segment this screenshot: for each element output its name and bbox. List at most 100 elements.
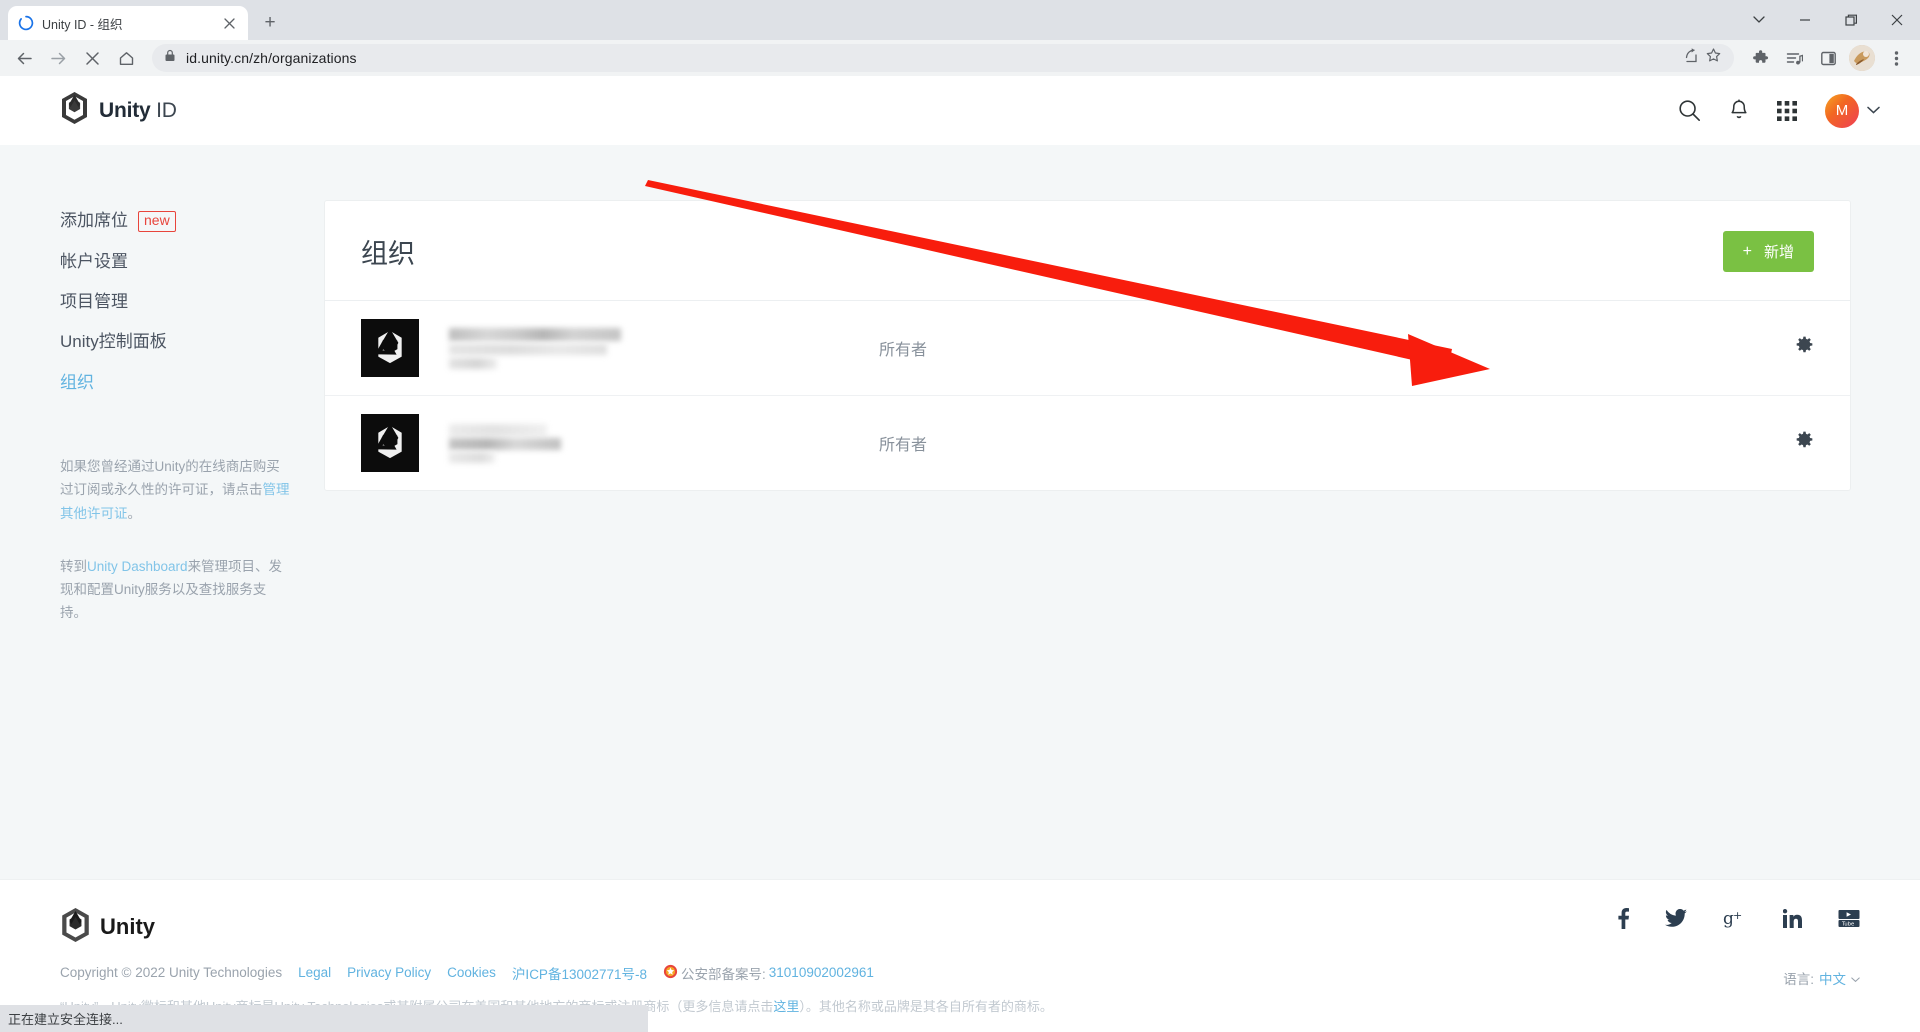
gov-number-link[interactable]: 31010902002961 bbox=[769, 965, 874, 980]
unity-cube-logo-icon bbox=[60, 92, 89, 129]
search-icon[interactable] bbox=[1678, 99, 1701, 122]
footer-link-icp[interactable]: 沪ICP备13002771号-8 bbox=[512, 963, 647, 983]
copyright-text: Copyright © 2022 Unity Technologies bbox=[60, 965, 283, 980]
note-text-end: 。 bbox=[127, 505, 142, 521]
chrome-profile-avatar[interactable] bbox=[1846, 42, 1878, 74]
share-icon[interactable] bbox=[1682, 47, 1699, 69]
twitter-icon[interactable] bbox=[1665, 908, 1687, 933]
tab-strip: Unity ID - 组织 + bbox=[0, 0, 1920, 40]
tab-search-icon[interactable] bbox=[1736, 0, 1782, 40]
gov-record: 公安部备案号: 31010902002961 bbox=[663, 963, 874, 983]
unity-cube-logo-icon bbox=[361, 319, 419, 377]
page-body: 添加席位 new 帐户设置 项目管理 Unity控制面板 组织 如果您曾经通过U… bbox=[0, 145, 1920, 879]
footer-link-privacy-policy[interactable]: Privacy Policy bbox=[347, 965, 431, 980]
note-text: 如果您曾经通过Unity的在线商店购买过订阅或永久性的许可证，请点击 bbox=[60, 459, 280, 498]
lock-icon bbox=[164, 49, 176, 67]
sidebar-license-note: 如果您曾经通过Unity的在线商店购买过订阅或永久性的许可证，请点击管理其他许可… bbox=[60, 455, 292, 525]
language-label: 语言: bbox=[1783, 972, 1814, 987]
add-organization-label: 新增 bbox=[1763, 244, 1794, 261]
sidebar-item-add-seats[interactable]: 添加席位 new bbox=[60, 201, 325, 242]
footer-links: Copyright © 2022 Unity Technologies Lega… bbox=[60, 963, 1860, 983]
gov-label: 公安部备案号: bbox=[681, 966, 766, 982]
footer-link-cookies[interactable]: Cookies bbox=[447, 965, 496, 980]
main-content: 组织 + 新增 所有者 所有者 bbox=[325, 145, 1920, 879]
sidebar-item-project-management[interactable]: 项目管理 bbox=[60, 282, 325, 322]
media-list-icon[interactable] bbox=[1778, 42, 1810, 74]
sidebar-item-account-settings[interactable]: 帐户设置 bbox=[60, 242, 325, 282]
unity-id-logo[interactable]: Unity ID bbox=[60, 92, 177, 129]
url-text: id.unity.cn/zh/organizations bbox=[186, 50, 357, 66]
linkedin-icon[interactable] bbox=[1782, 908, 1802, 933]
unity-dashboard-link[interactable]: Unity Dashboard bbox=[87, 559, 188, 574]
unity-cube-logo-icon bbox=[60, 907, 91, 947]
organization-name-redacted bbox=[449, 423, 709, 463]
close-icon[interactable] bbox=[220, 14, 238, 32]
avatar: M bbox=[1825, 93, 1859, 128]
google-plus-icon[interactable]: g + bbox=[1723, 909, 1747, 933]
footer-top: Unity g + Tube bbox=[60, 907, 1860, 947]
youtube-icon[interactable]: Tube bbox=[1838, 909, 1860, 933]
organization-name-redacted bbox=[449, 327, 709, 369]
gear-icon[interactable] bbox=[1795, 336, 1814, 360]
site-header: Unity ID M bbox=[0, 76, 1920, 145]
browser-toolbar: id.unity.cn/zh/organizations bbox=[0, 40, 1920, 76]
trademark-more-info-link[interactable]: 这里 bbox=[773, 999, 799, 1014]
brand-light: ID bbox=[156, 98, 177, 122]
sidebar-item-label: Unity控制面板 bbox=[60, 332, 167, 352]
minimize-button[interactable] bbox=[1782, 0, 1828, 40]
three-dot-menu-icon[interactable] bbox=[1880, 42, 1912, 74]
tab-title: Unity ID - 组织 bbox=[42, 17, 123, 32]
organization-role: 所有者 bbox=[879, 437, 928, 454]
user-menu[interactable]: M bbox=[1825, 93, 1880, 128]
footer-logo-text: Unity bbox=[100, 914, 155, 939]
table-row[interactable]: 所有者 bbox=[325, 301, 1850, 395]
table-row[interactable]: 所有者 bbox=[325, 395, 1850, 490]
forward-arrow-icon[interactable] bbox=[42, 42, 74, 74]
page-title: 组织 bbox=[361, 239, 415, 269]
facebook-icon[interactable] bbox=[1618, 907, 1630, 934]
sidebar-nav: 添加席位 new 帐户设置 项目管理 Unity控制面板 组织 bbox=[60, 201, 325, 403]
language-selector[interactable]: 语言: 中文 bbox=[1783, 968, 1860, 988]
add-organization-button[interactable]: + 新增 bbox=[1722, 231, 1814, 272]
chevron-down-icon bbox=[1851, 971, 1860, 986]
notification-bell-icon[interactable] bbox=[1729, 99, 1749, 122]
puzzle-extensions-icon[interactable] bbox=[1744, 42, 1776, 74]
sidebar: 添加席位 new 帐户设置 项目管理 Unity控制面板 组织 如果您曾经通过U… bbox=[0, 145, 325, 879]
sidebar-item-organizations[interactable]: 组织 bbox=[60, 363, 325, 403]
window-controls bbox=[1736, 0, 1920, 40]
close-window-button[interactable] bbox=[1874, 0, 1920, 40]
maximize-button[interactable] bbox=[1828, 0, 1874, 40]
brand-bold: Unity bbox=[99, 98, 151, 122]
sidebar-dashboard-note: 转到Unity Dashboard来管理项目、发现和配置Unity服务以及查找服… bbox=[60, 555, 292, 625]
sidebar-item-label: 帐户设置 bbox=[60, 251, 128, 271]
svg-text:+: + bbox=[1733, 909, 1742, 922]
address-bar[interactable]: id.unity.cn/zh/organizations bbox=[152, 44, 1734, 72]
stop-x-icon[interactable] bbox=[76, 42, 108, 74]
brand-text: Unity ID bbox=[99, 99, 177, 123]
loading-spinner-icon bbox=[18, 15, 34, 31]
browser-tab[interactable]: Unity ID - 组织 bbox=[8, 6, 248, 40]
footer-logo[interactable]: Unity bbox=[60, 907, 155, 947]
plus-icon: + bbox=[1742, 242, 1752, 260]
sidebar-item-unity-dashboard[interactable]: Unity控制面板 bbox=[60, 322, 325, 362]
side-panel-icon[interactable] bbox=[1812, 42, 1844, 74]
page-viewport: Unity ID M 添加席位 new 帐户设置 项目管理 Unity控制面板 … bbox=[0, 76, 1920, 1032]
svg-text:Tube: Tube bbox=[1841, 921, 1854, 927]
header-actions: M bbox=[1678, 93, 1880, 128]
trademark-text-end: ）。其他名称或品牌是其各自所有者的商标。 bbox=[799, 998, 1053, 1014]
sidebar-item-label: 组织 bbox=[60, 372, 94, 392]
new-tab-button[interactable]: + bbox=[256, 9, 284, 37]
organization-role: 所有者 bbox=[879, 342, 928, 359]
home-icon[interactable] bbox=[110, 42, 142, 74]
organizations-card: 组织 + 新增 所有者 所有者 bbox=[325, 201, 1850, 490]
gear-icon[interactable] bbox=[1795, 431, 1814, 455]
toolbar-right-icons bbox=[1744, 42, 1912, 74]
card-header: 组织 + 新增 bbox=[325, 201, 1850, 301]
new-badge: new bbox=[138, 211, 176, 232]
footer-link-legal[interactable]: Legal bbox=[298, 965, 331, 980]
sidebar-item-label: 项目管理 bbox=[60, 291, 128, 311]
star-icon[interactable] bbox=[1705, 47, 1722, 69]
back-arrow-icon[interactable] bbox=[8, 42, 40, 74]
language-value[interactable]: 中文 bbox=[1819, 968, 1846, 988]
apps-grid-icon[interactable] bbox=[1777, 100, 1797, 121]
